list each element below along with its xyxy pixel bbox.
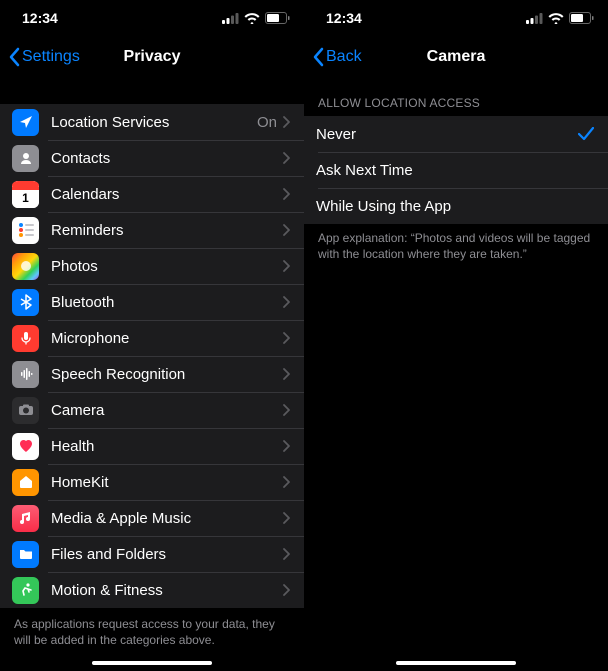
- chevron-right-icon: [283, 476, 290, 488]
- motion-icon: [12, 577, 39, 604]
- privacy-list[interactable]: Location Services On Contacts 1 Calendar…: [0, 78, 304, 671]
- chevron-left-icon: [8, 47, 20, 67]
- back-label: Back: [326, 48, 362, 66]
- row-label: Bluetooth: [51, 294, 283, 311]
- row-location-services[interactable]: Location Services On: [0, 104, 304, 140]
- row-label: Contacts: [51, 150, 283, 167]
- row-calendars[interactable]: 1 Calendars: [0, 176, 304, 212]
- chevron-right-icon: [283, 512, 290, 524]
- row-bluetooth[interactable]: Bluetooth: [0, 284, 304, 320]
- health-icon: [12, 433, 39, 460]
- nav-bar: Back Camera: [304, 36, 608, 78]
- row-label: Files and Folders: [51, 546, 283, 563]
- location-options-group: Never Ask Next Time While Using the App: [304, 116, 608, 224]
- cellular-icon: [526, 13, 543, 24]
- row-speech[interactable]: Speech Recognition: [0, 356, 304, 392]
- chevron-left-icon: [312, 47, 324, 67]
- back-label: Settings: [22, 48, 80, 66]
- chevron-right-icon: [283, 116, 290, 128]
- option-label: Never: [316, 126, 578, 143]
- home-indicator[interactable]: [396, 661, 516, 665]
- row-label: Reminders: [51, 222, 283, 239]
- row-homekit[interactable]: HomeKit: [0, 464, 304, 500]
- row-label: Health: [51, 438, 283, 455]
- calendar-icon: 1: [12, 181, 39, 208]
- wifi-icon: [548, 13, 564, 24]
- section-header-location: ALLOW LOCATION ACCESS: [304, 78, 608, 116]
- row-label: Camera: [51, 402, 283, 419]
- privacy-footer: As applications request access to your d…: [0, 608, 304, 648]
- row-value: On: [257, 114, 277, 131]
- chevron-right-icon: [283, 296, 290, 308]
- home-indicator[interactable]: [92, 661, 212, 665]
- contacts-icon: [12, 145, 39, 172]
- row-label: HomeKit: [51, 474, 283, 491]
- row-label: Media & Apple Music: [51, 510, 283, 527]
- music-icon: [12, 505, 39, 532]
- chevron-right-icon: [283, 188, 290, 200]
- back-button[interactable]: Back: [312, 47, 362, 67]
- chevron-right-icon: [283, 440, 290, 452]
- chevron-right-icon: [283, 404, 290, 416]
- row-microphone[interactable]: Microphone: [0, 320, 304, 356]
- chevron-right-icon: [283, 548, 290, 560]
- row-health[interactable]: Health: [0, 428, 304, 464]
- chevron-right-icon: [283, 368, 290, 380]
- row-camera[interactable]: Camera: [0, 392, 304, 428]
- reminders-icon: [12, 217, 39, 244]
- checkmark-icon: [578, 127, 594, 141]
- option-never[interactable]: Never: [304, 116, 608, 152]
- option-label: Ask Next Time: [316, 162, 594, 179]
- row-label: Calendars: [51, 186, 283, 203]
- folder-icon: [12, 541, 39, 568]
- camera-settings-list[interactable]: ALLOW LOCATION ACCESS Never Ask Next Tim…: [304, 78, 608, 671]
- camera-footer: App explanation: “Photos and videos will…: [304, 224, 608, 262]
- chevron-right-icon: [283, 152, 290, 164]
- wifi-icon: [244, 13, 260, 24]
- row-label: Microphone: [51, 330, 283, 347]
- status-bar: 12:34: [0, 0, 304, 36]
- nav-bar: Settings Privacy: [0, 36, 304, 78]
- chevron-right-icon: [283, 224, 290, 236]
- status-indicators: [222, 12, 290, 24]
- svg-text:1: 1: [22, 191, 29, 205]
- privacy-screen: 12:34 Settings Privacy Location Services…: [0, 0, 304, 671]
- status-time: 12:34: [326, 10, 362, 26]
- back-button-settings[interactable]: Settings: [8, 47, 80, 67]
- row-label: Photos: [51, 258, 283, 275]
- row-reminders[interactable]: Reminders: [0, 212, 304, 248]
- photos-icon: [12, 253, 39, 280]
- row-label: Speech Recognition: [51, 366, 283, 383]
- privacy-group: Location Services On Contacts 1 Calendar…: [0, 104, 304, 608]
- speech-icon: [12, 361, 39, 388]
- status-indicators: [526, 12, 594, 24]
- status-time: 12:34: [22, 10, 58, 26]
- row-label: Location Services: [51, 114, 257, 131]
- option-ask-next-time[interactable]: Ask Next Time: [304, 152, 608, 188]
- option-label: While Using the App: [316, 198, 594, 215]
- row-photos[interactable]: Photos: [0, 248, 304, 284]
- row-label: Motion & Fitness: [51, 582, 283, 599]
- homekit-icon: [12, 469, 39, 496]
- row-files[interactable]: Files and Folders: [0, 536, 304, 572]
- row-contacts[interactable]: Contacts: [0, 140, 304, 176]
- cellular-icon: [222, 13, 239, 24]
- chevron-right-icon: [283, 260, 290, 272]
- camera-icon: [12, 397, 39, 424]
- battery-icon: [569, 12, 594, 24]
- chevron-right-icon: [283, 332, 290, 344]
- microphone-icon: [12, 325, 39, 352]
- row-motion[interactable]: Motion & Fitness: [0, 572, 304, 608]
- battery-icon: [265, 12, 290, 24]
- location-icon: [12, 109, 39, 136]
- option-while-using[interactable]: While Using the App: [304, 188, 608, 224]
- status-bar: 12:34: [304, 0, 608, 36]
- camera-location-screen: 12:34 Back Camera ALLOW LOCATION ACCESS …: [304, 0, 608, 671]
- row-media[interactable]: Media & Apple Music: [0, 500, 304, 536]
- chevron-right-icon: [283, 584, 290, 596]
- bluetooth-icon: [12, 289, 39, 316]
